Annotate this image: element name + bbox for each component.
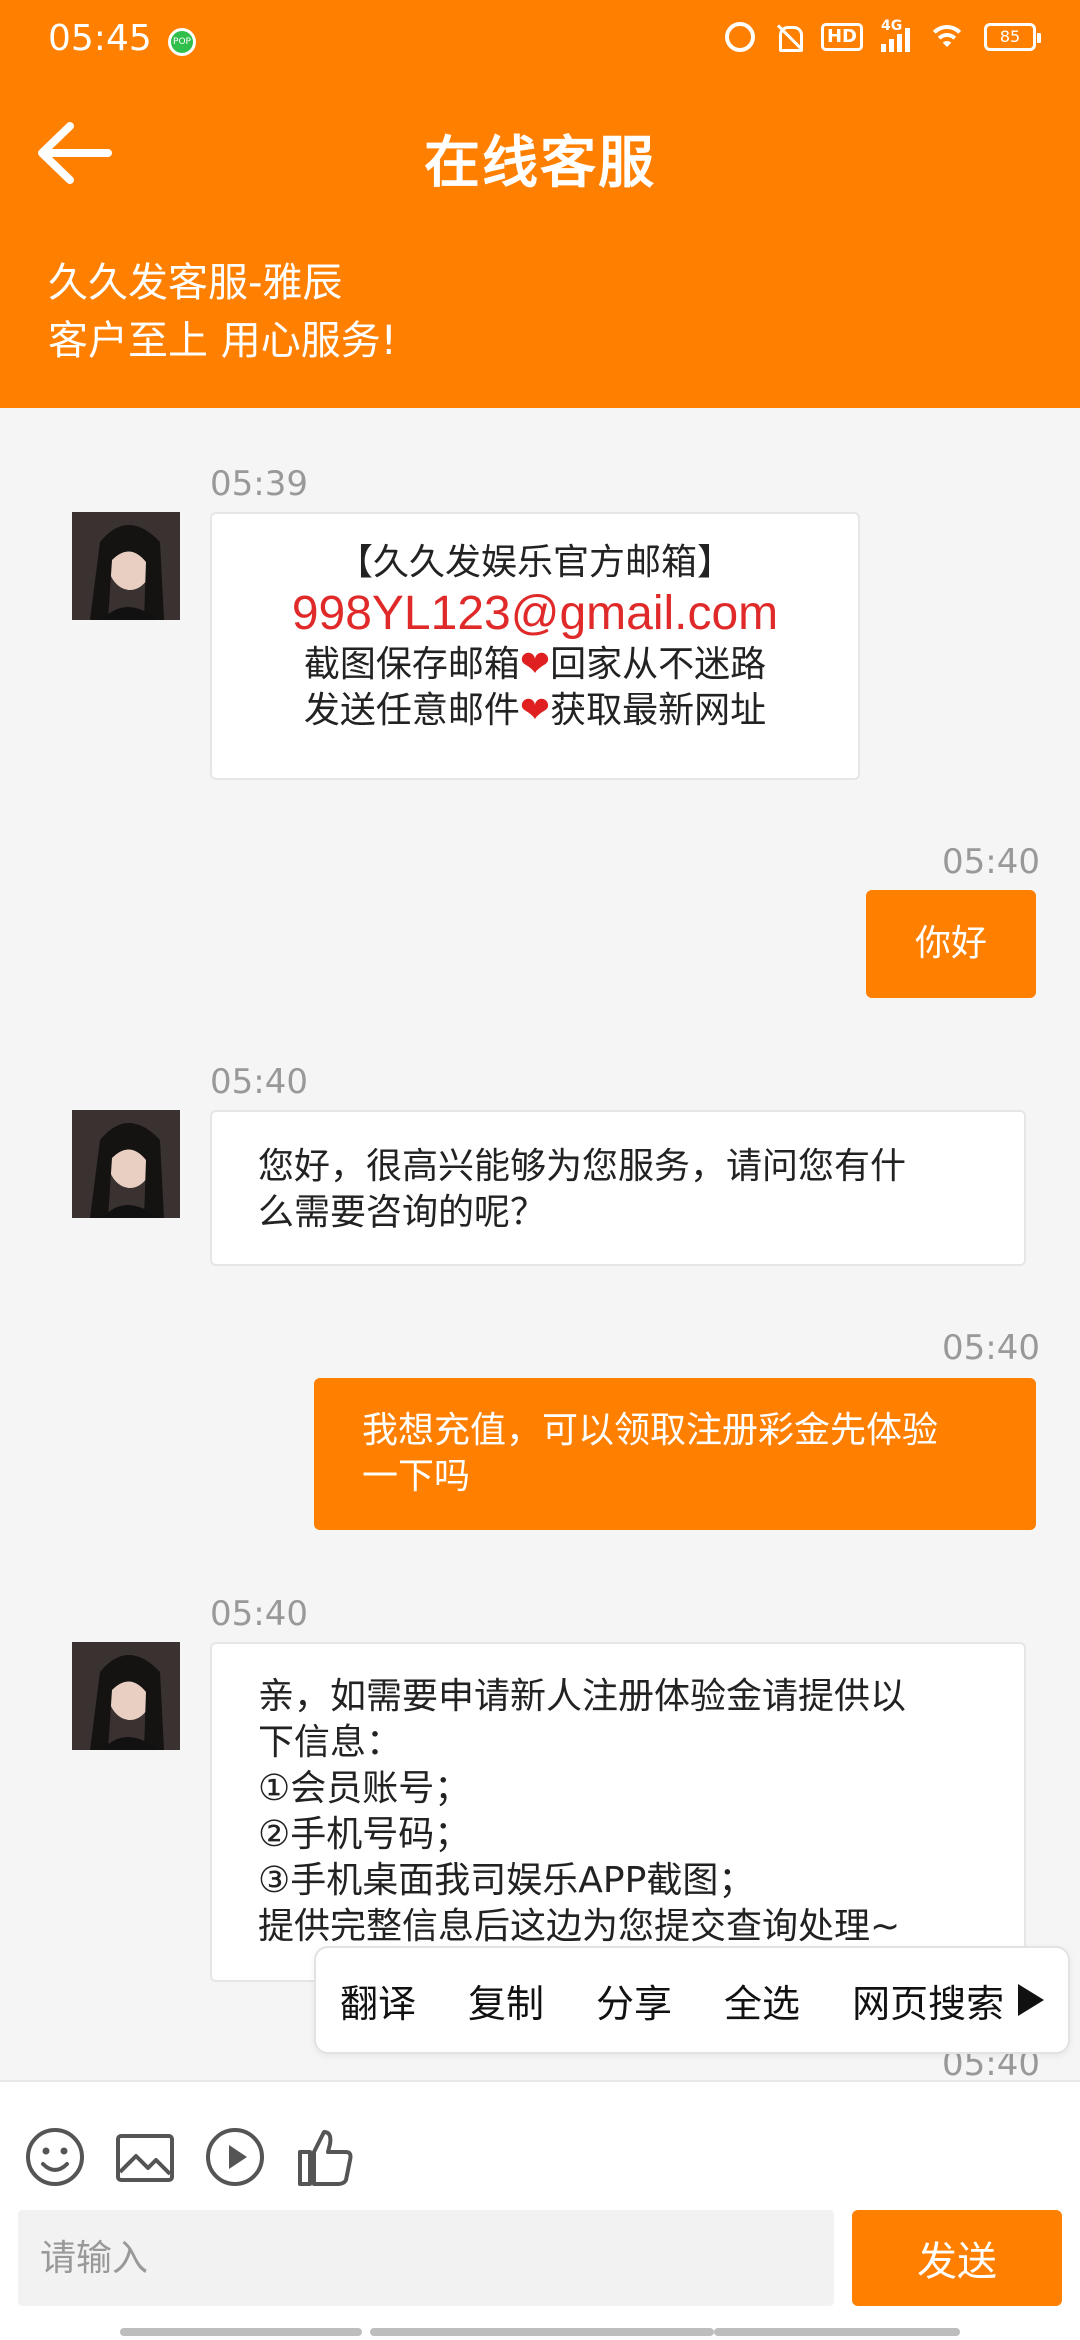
message-line: ②手机号码； (258, 1814, 471, 1855)
message-line: 【久久发娱乐官方邮箱】 (336, 542, 733, 583)
message-line: ①会员账号； (258, 1768, 471, 1809)
status-bar: 05:45 POP HD 4G 85 (0, 0, 1080, 84)
heart-icon: ❤ (519, 644, 551, 685)
agent-message-bubble[interactable]: 【久久发娱乐官方邮箱】 998YL123@gmail.com 截图保存邮箱❤回家… (210, 512, 860, 780)
my-message-bubble[interactable]: 你好 (866, 890, 1036, 998)
hd-icon: HD (820, 23, 863, 51)
network-type: 4G (881, 18, 903, 34)
message-line: 一下吗 (362, 1456, 471, 1497)
message-line: 截图保存邮箱❤回家从不迷路 (303, 644, 767, 685)
email-link[interactable]: 998YL123@gmail.com (222, 586, 848, 642)
nav-segment (714, 2328, 960, 2336)
agent-avatar[interactable] (72, 512, 180, 620)
agent-name: 久久发客服-雅辰 (48, 260, 343, 306)
page-title: 在线客服 (424, 131, 656, 196)
agent-message-bubble[interactable]: 您好，很高兴能够为您服务，请问您有什 么需要咨询的呢？ (210, 1110, 1026, 1266)
message-input[interactable] (18, 2210, 834, 2306)
nav-segment (120, 2328, 362, 2336)
text-selection-menu: 翻译 复制 分享 全选 网页搜索 (314, 1946, 1070, 2054)
status-time: 05:45 (48, 18, 152, 59)
message-line: 亲，如需要申请新人注册体验金请提供以 (258, 1676, 907, 1717)
message-time: 05:39 (210, 464, 308, 504)
nav-segment (370, 2328, 714, 2336)
alarm-icon (724, 22, 755, 52)
message-text: 你好 (914, 923, 987, 964)
message-time: 05:40 (210, 1062, 308, 1102)
signal-icon: 4G (881, 18, 910, 52)
wifi-icon (928, 23, 966, 51)
header: 05:45 POP HD 4G 85 在线客服 久久发客服-雅辰 客户至上 用心… (0, 0, 1080, 408)
message-line: 您好，很高兴能够为您服务，请问您有什 (258, 1146, 907, 1187)
message-line: ③手机桌面我司娱乐APP截图； (258, 1860, 755, 1901)
menu-item-translate[interactable]: 翻译 (316, 1973, 416, 2028)
agent-avatar[interactable] (72, 1642, 180, 1750)
agent-message-bubble[interactable]: 亲，如需要申请新人注册体验金请提供以 下信息： ①会员账号； ②手机号码； ③手… (210, 1642, 1026, 1982)
battery-icon: 85 (984, 23, 1041, 51)
app-notification-icon: POP (168, 28, 196, 56)
menu-item-select-all[interactable]: 全选 (672, 1973, 800, 2028)
menu-item-share[interactable]: 分享 (544, 1973, 672, 2028)
heart-icon: ❤ (519, 690, 551, 731)
agent-slogan: 客户至上 用心服务! (48, 318, 397, 364)
emoji-icon[interactable] (20, 2122, 90, 2192)
composer-bar: 发送 (0, 2080, 1080, 2340)
message-line: 我想充值，可以领取注册彩金先体验 (362, 1410, 939, 1451)
agent-avatar[interactable] (72, 1110, 180, 1218)
message-line: 下信息： (258, 1722, 403, 1763)
message-time: 05:40 (210, 1594, 308, 1634)
message-line: 么需要咨询的呢？ (258, 1192, 547, 1233)
menu-item-web-search[interactable]: 网页搜索 (800, 1973, 1004, 2028)
message-line: 提供完整信息后这边为您提交查询处理~ (258, 1906, 901, 1947)
thumbs-up-icon[interactable] (290, 2122, 360, 2192)
message-time: 05:40 (942, 842, 1040, 882)
send-button[interactable]: 发送 (852, 2210, 1062, 2306)
image-icon[interactable] (110, 2122, 180, 2192)
my-message-bubble[interactable]: 我想充值，可以领取注册彩金先体验 一下吗 (314, 1378, 1036, 1530)
mute-icon (773, 22, 803, 52)
play-more-icon[interactable] (1018, 1984, 1044, 2016)
menu-item-copy[interactable]: 复制 (416, 1973, 544, 2028)
navigation-bar (0, 2328, 1080, 2336)
message-line: 发送任意邮件❤获取最新网址 (303, 690, 767, 731)
message-time: 05:40 (942, 1328, 1040, 1368)
video-play-icon[interactable] (200, 2122, 270, 2192)
